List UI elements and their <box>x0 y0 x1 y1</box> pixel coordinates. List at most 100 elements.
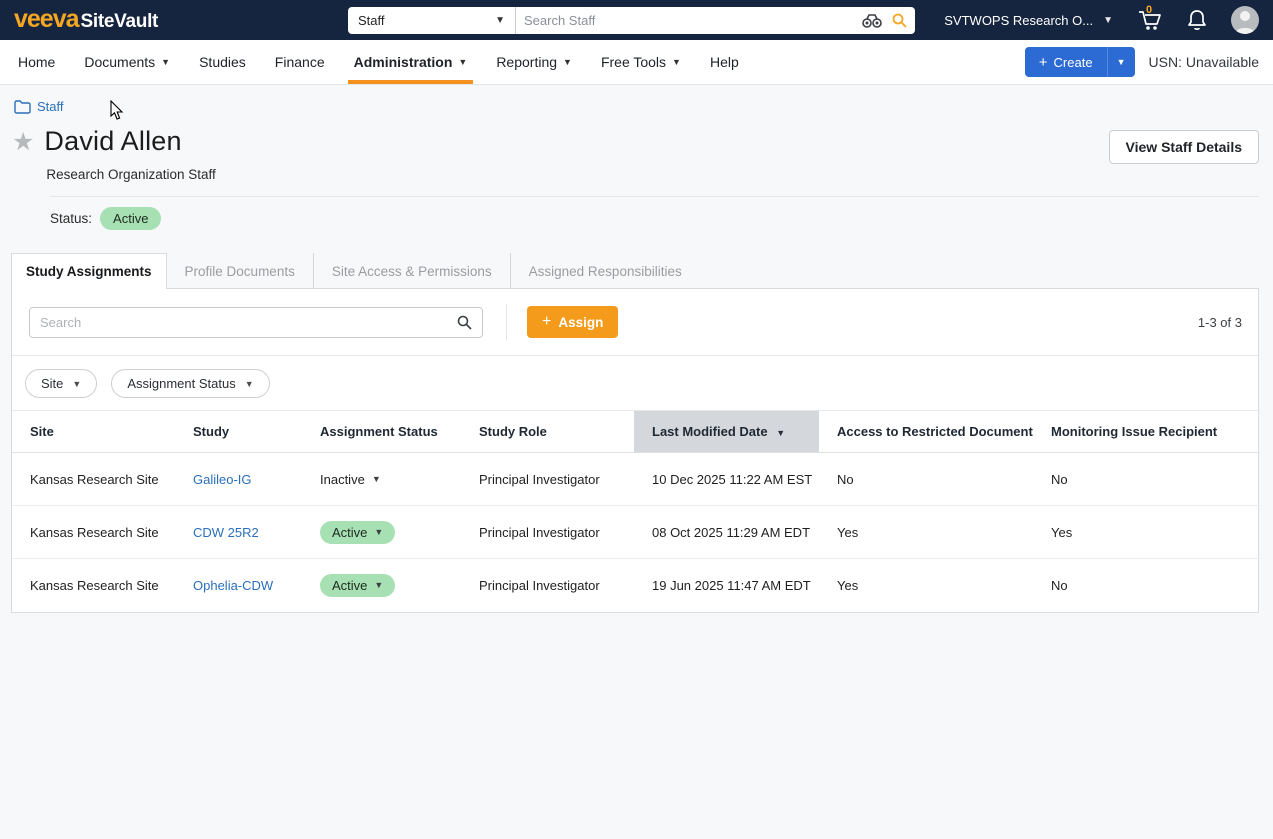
panel-toolbar: + Assign 1-3 of 3 <box>12 289 1258 355</box>
header-divider <box>50 196 1259 197</box>
create-split-button: + Create ▼ <box>1025 47 1135 77</box>
favorite-star-icon[interactable]: ★ <box>12 130 34 155</box>
tabs-area: Study Assignments Profile Documents Site… <box>11 252 1259 613</box>
column-header-assignment-status[interactable]: Assignment Status <box>302 411 461 453</box>
chevron-down-icon: ▼ <box>72 379 81 389</box>
org-context-select[interactable]: SVTWOPS Research O... ▼ <box>944 13 1113 28</box>
nav-item-studies[interactable]: Studies <box>199 40 246 84</box>
toolbar-divider <box>506 304 507 340</box>
primary-nav-bar: Home Documents ▼ Studies Finance Adminis… <box>0 40 1273 85</box>
table-row: Kansas Research Site Galileo-IG Inactive… <box>12 453 1260 506</box>
view-staff-details-button[interactable]: View Staff Details <box>1109 130 1259 164</box>
tab-bar: Study Assignments Profile Documents Site… <box>11 253 1259 289</box>
column-header-study[interactable]: Study <box>175 411 302 453</box>
breadcrumb-staff-link[interactable]: Staff <box>37 99 64 114</box>
table-row: Kansas Research Site Ophelia-CDW Active … <box>12 559 1260 612</box>
assignment-status-dropdown[interactable]: Active ▼ <box>320 521 395 544</box>
study-link[interactable]: CDW 25R2 <box>193 525 259 540</box>
column-header-site[interactable]: Site <box>12 411 175 453</box>
nav-label: Reporting <box>496 54 557 70</box>
table-header-row: Site Study Assignment Status Study Role … <box>12 411 1260 453</box>
assign-button[interactable]: + Assign <box>527 306 618 338</box>
cell-study-role: Principal Investigator <box>461 559 634 612</box>
filter-site[interactable]: Site ▼ <box>25 369 97 398</box>
veeva-logo-text: veeva <box>14 7 79 32</box>
nav-label: Home <box>18 54 55 70</box>
cell-monitoring-recipient: No <box>1033 453 1260 506</box>
sort-descending-icon: ▼ <box>776 428 785 438</box>
create-button-label: Create <box>1054 55 1093 70</box>
nav-item-home[interactable]: Home <box>18 40 55 84</box>
tab-study-assignments[interactable]: Study Assignments <box>11 253 167 289</box>
global-search-input[interactable] <box>524 13 852 28</box>
usn-status-label: USN: Unavailable <box>1149 54 1260 70</box>
column-header-last-modified-date[interactable]: Last Modified Date ▼ <box>634 411 819 453</box>
assignment-status-dropdown[interactable]: Active ▼ <box>320 574 395 597</box>
nav-item-documents[interactable]: Documents ▼ <box>84 40 170 84</box>
record-type-label: Research Organization Staff <box>46 167 215 182</box>
veeva-sitevault-logo[interactable]: veeva SiteVault <box>14 7 158 33</box>
tab-site-access-permissions[interactable]: Site Access & Permissions <box>313 253 510 289</box>
nav-label: Finance <box>275 54 325 70</box>
advanced-search-binoculars-icon[interactable] <box>862 14 882 28</box>
chevron-down-icon: ▼ <box>563 57 572 67</box>
study-link[interactable]: Ophelia-CDW <box>193 578 273 593</box>
cell-restricted-access: No <box>819 453 1033 506</box>
chevron-down-icon: ▼ <box>1103 15 1113 26</box>
search-scope-select[interactable]: Staff ▼ <box>348 7 516 34</box>
cart-button[interactable]: 0 <box>1137 8 1163 32</box>
chevron-down-icon: ▼ <box>161 57 170 67</box>
user-avatar[interactable] <box>1231 6 1259 34</box>
cell-site: Kansas Research Site <box>12 453 175 506</box>
tab-profile-documents[interactable]: Profile Documents <box>167 253 313 289</box>
assignment-status-value: Active <box>332 525 367 540</box>
navbar-right-cluster: + Create ▼ USN: Unavailable <box>1025 47 1263 77</box>
study-assignments-table: Site Study Assignment Status Study Role … <box>12 410 1260 612</box>
create-dropdown-button[interactable]: ▼ <box>1108 47 1135 77</box>
nav-item-finance[interactable]: Finance <box>275 40 325 84</box>
nav-item-help[interactable]: Help <box>710 40 739 84</box>
table-row: Kansas Research Site CDW 25R2 Active ▼ P… <box>12 506 1260 559</box>
study-assignments-panel: + Assign 1-3 of 3 Site ▼ Assignment Stat… <box>11 288 1259 613</box>
status-badge: Active <box>100 207 161 230</box>
nav-item-reporting[interactable]: Reporting ▼ <box>496 40 572 84</box>
cart-count-badge: 0 <box>1146 4 1152 16</box>
chevron-down-icon: ▼ <box>245 379 254 389</box>
assignment-status-value: Inactive <box>320 472 365 487</box>
chevron-down-icon: ▼ <box>672 57 681 67</box>
record-header: ★ David Allen Research Organization Staf… <box>0 114 1273 182</box>
cell-last-modified: 19 Jun 2025 11:47 AM EDT <box>634 559 819 612</box>
nav-item-free-tools[interactable]: Free Tools ▼ <box>601 40 681 84</box>
org-context-value: SVTWOPS Research O... <box>944 13 1093 28</box>
column-header-monitoring-issue-recipient[interactable]: Monitoring Issue Recipient <box>1033 411 1260 453</box>
cell-site: Kansas Research Site <box>12 559 175 612</box>
tab-assigned-responsibilities[interactable]: Assigned Responsibilities <box>510 253 700 289</box>
title-block: David Allen Research Organization Staff <box>44 126 215 182</box>
bell-icon <box>1187 9 1207 32</box>
create-button[interactable]: + Create <box>1025 47 1108 77</box>
column-header-label: Last Modified Date <box>652 424 768 439</box>
chevron-down-icon: ▼ <box>458 57 467 67</box>
plus-icon: + <box>542 313 551 331</box>
folder-icon <box>14 100 31 114</box>
cell-monitoring-recipient: Yes <box>1033 506 1260 559</box>
filter-label: Site <box>41 376 63 391</box>
assignments-search-input[interactable] <box>40 315 457 330</box>
nav-item-administration[interactable]: Administration ▼ <box>354 40 468 84</box>
nav-label: Help <box>710 54 739 70</box>
study-link[interactable]: Galileo-IG <box>193 472 252 487</box>
notifications-button[interactable] <box>1187 9 1207 32</box>
search-icon[interactable] <box>892 13 907 28</box>
nav-label: Studies <box>199 54 246 70</box>
cell-study-role: Principal Investigator <box>461 506 634 559</box>
global-search-field <box>516 7 915 34</box>
search-icon[interactable] <box>457 315 472 330</box>
nav-label: Administration <box>354 54 453 70</box>
column-header-restricted-documents[interactable]: Access to Restricted Documents? <box>819 411 1033 453</box>
cell-last-modified: 10 Dec 2025 11:22 AM EST <box>634 453 819 506</box>
breadcrumb: Staff <box>0 85 1273 114</box>
assignment-status-dropdown[interactable]: Inactive ▼ <box>320 472 381 487</box>
filter-assignment-status[interactable]: Assignment Status ▼ <box>111 369 269 398</box>
column-header-study-role[interactable]: Study Role <box>461 411 634 453</box>
top-app-bar: veeva SiteVault Staff ▼ SVTWOPS Research <box>0 0 1273 40</box>
